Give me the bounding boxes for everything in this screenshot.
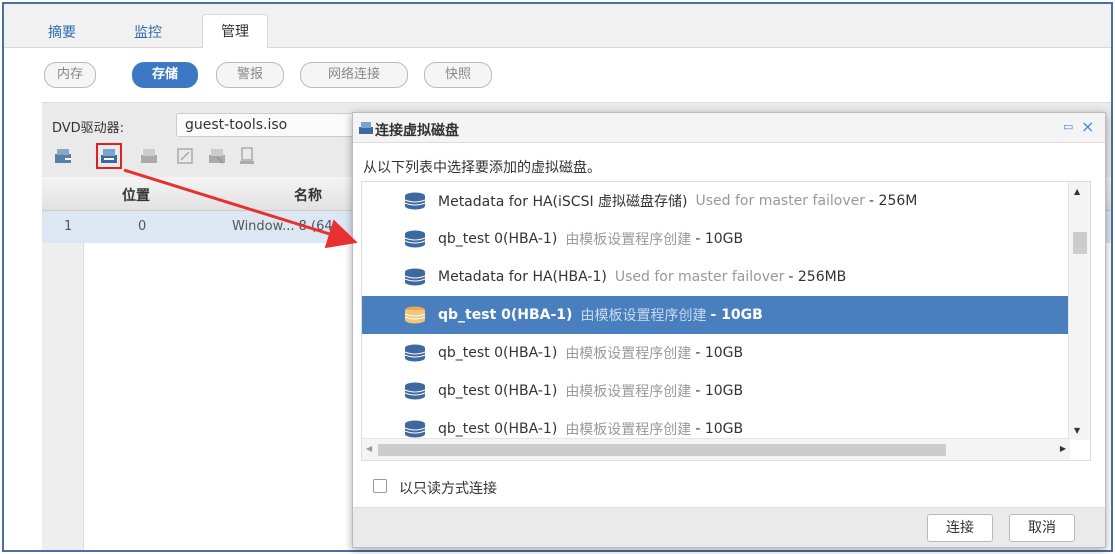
detach-disk-icon[interactable] — [140, 147, 158, 165]
horizontal-scrollbar[interactable]: ◀ ▶ — [362, 438, 1070, 460]
dialog-footer: 连接 取消 — [353, 507, 1105, 547]
vertical-scrollbar[interactable]: ▲ ▼ — [1068, 182, 1090, 440]
disk-name: qb_test 0(HBA-1) — [438, 345, 558, 361]
maximize-icon[interactable]: ▭ — [1063, 121, 1075, 132]
database-icon — [404, 268, 426, 286]
dvd-drive-label: DVD驱动器: — [52, 121, 125, 136]
connect-button[interactable]: 连接 — [927, 514, 993, 542]
close-icon[interactable]: × — [1081, 118, 1095, 136]
disk-size: - 10GB — [695, 231, 744, 247]
disk-size: - 10GB — [695, 345, 744, 361]
list-item[interactable]: Metadata for HA(HBA-1) Used for master f… — [362, 258, 1070, 296]
disk-name: qb_test 0(HBA-1) — [438, 307, 573, 323]
list-item-selected[interactable]: qb_test 0(HBA-1) 由模板设置程序创建 - 10GB — [362, 296, 1070, 334]
disk-description: Used for master failover — [614, 269, 785, 285]
attach-virtual-disk-dialog: 连接虚拟磁盘 ▭ × 从以下列表中选择要添加的虚拟磁盘。 Metadata fo… — [352, 112, 1106, 548]
subtab-memory[interactable]: 内存 — [44, 62, 96, 88]
database-icon — [404, 192, 426, 210]
database-icon — [404, 306, 426, 324]
horizontal-scroll-thumb[interactable] — [378, 444, 946, 456]
scroll-up-icon[interactable]: ▲ — [1074, 187, 1080, 196]
subtab-network[interactable]: 网络连接 — [300, 62, 408, 88]
disk-name: Metadata for HA(HBA-1) — [438, 269, 607, 285]
disk-size: - 10GB — [710, 307, 763, 323]
row-name: Window... 8 (64 — [232, 219, 333, 234]
subtab-alerts[interactable]: 警报 — [216, 62, 284, 88]
disk-description: 由模板设置程序创建 — [565, 232, 692, 248]
row-index: 1 — [64, 219, 73, 234]
database-icon — [404, 230, 426, 248]
readonly-checkbox[interactable] — [373, 479, 387, 493]
list-item[interactable]: qb_test 0(HBA-1) 由模板设置程序创建 - 10GB — [362, 372, 1070, 410]
list-item[interactable]: Metadata for HA(iSCSI 虚拟磁盘存储) Used for m… — [362, 182, 1070, 220]
disk-size: - 256M — [869, 193, 918, 209]
database-icon — [404, 344, 426, 362]
database-icon — [404, 420, 426, 438]
cancel-button[interactable]: 取消 — [1009, 514, 1075, 542]
annotation-highlight-box — [96, 143, 122, 169]
column-header-position[interactable]: 位置 — [122, 185, 150, 205]
disk-name: qb_test 0(HBA-1) — [438, 231, 558, 247]
dialog-title: 连接虚拟磁盘 — [375, 123, 459, 139]
subtab-storage[interactable]: 存储 — [132, 62, 198, 88]
disk-size: - 10GB — [695, 383, 744, 399]
dialog-title-bar[interactable]: 连接虚拟磁盘 ▭ × — [353, 113, 1105, 143]
disk-size: - 10GB — [695, 421, 744, 437]
list-item[interactable]: qb_test 0(HBA-1) 由模板设置程序创建 - 10GB — [362, 334, 1070, 372]
vertical-scroll-thumb[interactable] — [1073, 232, 1087, 254]
disk-size: - 256MB — [788, 269, 847, 285]
tab-summary[interactable]: 摘要 — [48, 18, 76, 48]
edit-disk-icon[interactable] — [176, 147, 194, 165]
row-position: 0 — [138, 219, 147, 234]
list-item[interactable]: qb_test 0(HBA-1) 由模板设置程序创建 - 10GB — [362, 220, 1070, 258]
scroll-down-icon[interactable]: ▼ — [1074, 426, 1080, 435]
scroll-right-icon[interactable]: ▶ — [1060, 444, 1066, 453]
tab-monitor[interactable]: 监控 — [134, 18, 162, 48]
properties-icon[interactable] — [238, 147, 256, 165]
disk-name: qb_test 0(HBA-1) — [438, 383, 558, 399]
column-header-name[interactable]: 名称 — [294, 185, 322, 205]
disk-name: Metadata for HA(iSCSI 虚拟磁盘存储) — [438, 194, 688, 210]
scroll-left-icon[interactable]: ◀ — [366, 444, 372, 453]
disk-description: Used for master failover — [695, 193, 866, 209]
disk-name: qb_test 0(HBA-1) — [438, 421, 558, 437]
disk-description: 由模板设置程序创建 — [580, 308, 707, 324]
add-disk-icon[interactable] — [54, 147, 72, 165]
dialog-instruction: 从以下列表中选择要添加的虚拟磁盘。 — [363, 160, 601, 176]
subtab-snapshots[interactable]: 快照 — [424, 62, 492, 88]
readonly-checkbox-label[interactable]: 以只读方式连接 — [399, 478, 497, 498]
database-icon — [404, 382, 426, 400]
disk-description: 由模板设置程序创建 — [565, 384, 692, 400]
remove-disk-icon[interactable] — [208, 147, 226, 165]
disk-description: 由模板设置程序创建 — [565, 422, 692, 438]
virtual-disk-icon — [359, 122, 373, 134]
virtual-disk-list[interactable]: Metadata for HA(iSCSI 虚拟磁盘存储) Used for m… — [361, 181, 1091, 461]
tab-manage[interactable]: 管理 — [202, 14, 268, 49]
disk-description: 由模板设置程序创建 — [565, 346, 692, 362]
top-tab-bar: 摘要 监控 管理 — [4, 4, 1111, 49]
